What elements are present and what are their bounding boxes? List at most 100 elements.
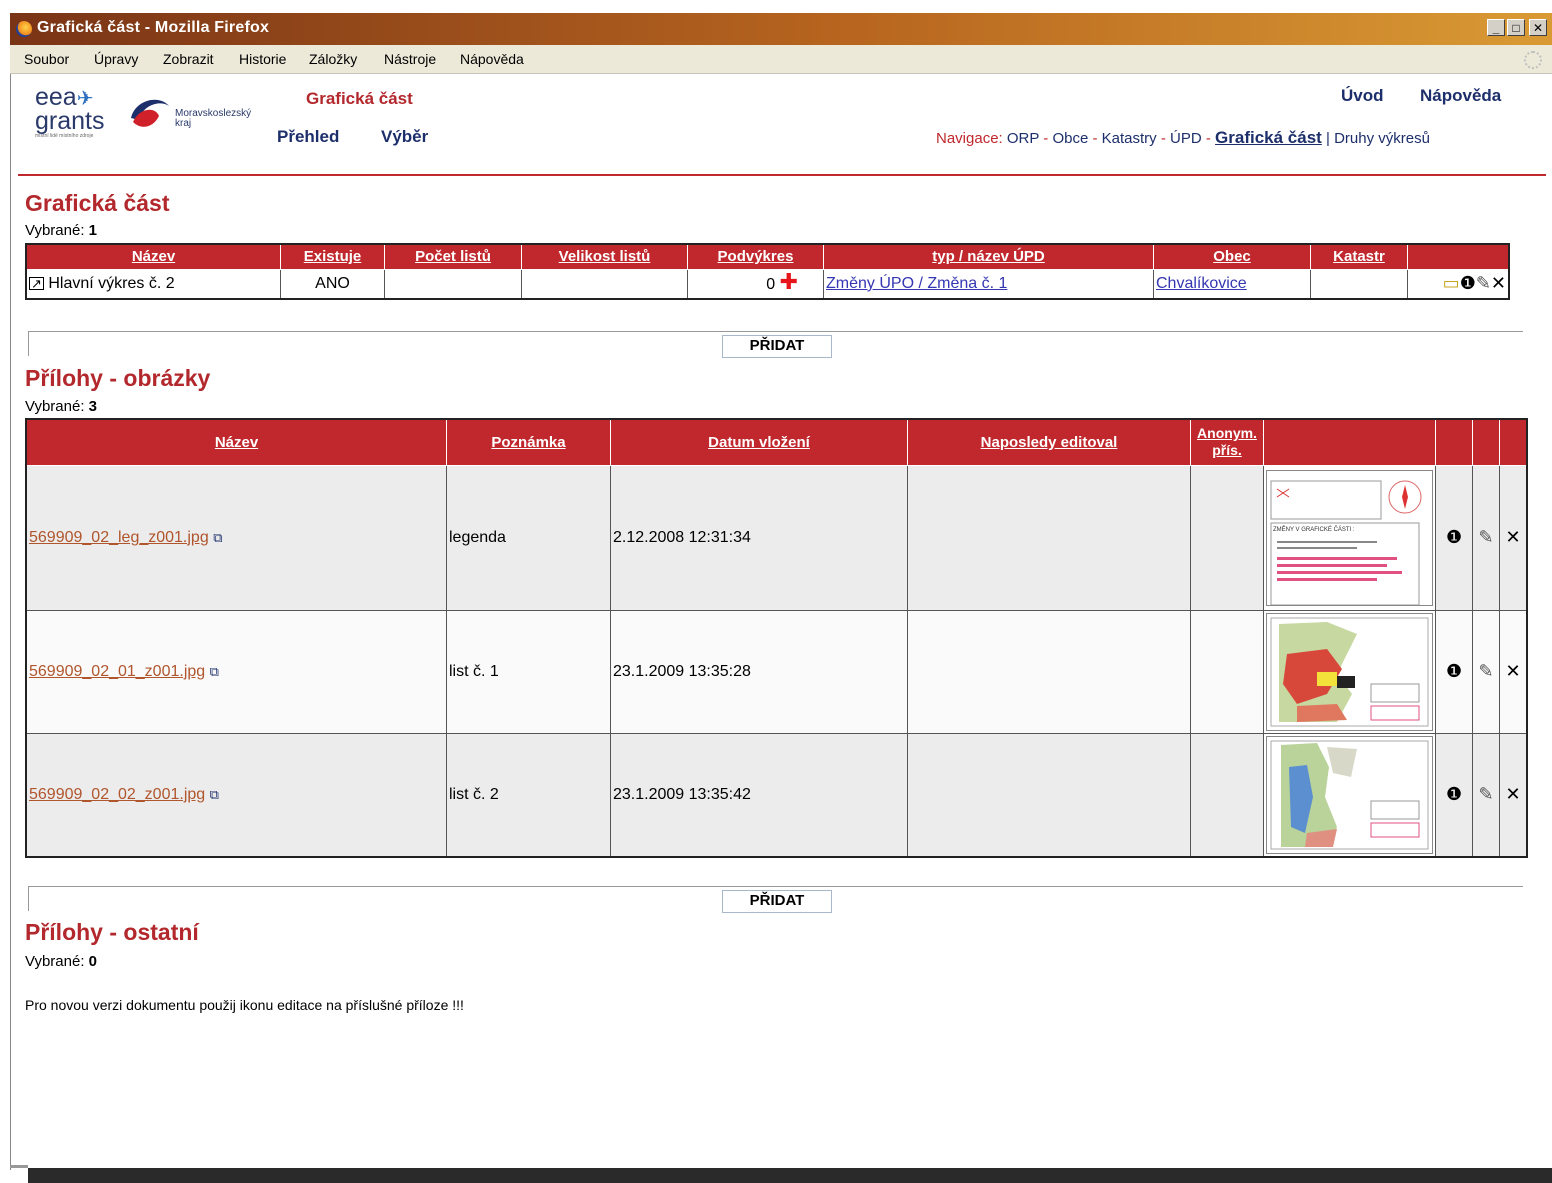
obec-link[interactable]: Chvalíkovice bbox=[1156, 275, 1247, 292]
thumbnail-image bbox=[1270, 480, 1422, 605]
cell-datum: 23.1.2009 13:35:28 bbox=[610, 609, 908, 734]
breadcrumb-druhy-vykresu[interactable]: Druhy výkresů bbox=[1334, 130, 1430, 147]
menu-upravy[interactable]: Úpravy bbox=[94, 51, 138, 67]
info-icon[interactable]: ❶ bbox=[1460, 273, 1476, 294]
cell-editoval bbox=[907, 464, 1191, 611]
cell-datum: 2.12.2008 12:31:34 bbox=[610, 464, 908, 611]
breadcrumb-upd[interactable]: ÚPD bbox=[1170, 130, 1202, 147]
delete-icon[interactable]: ✕ bbox=[1505, 527, 1520, 548]
close-button[interactable]: ✕ bbox=[1529, 19, 1547, 36]
thumbnail-legenda[interactable]: ZMĚNY V GRAFICKÉ ČÁSTI : bbox=[1266, 469, 1433, 606]
nav-napoveda[interactable]: Nápověda bbox=[1420, 86, 1501, 106]
breadcrumb-graficka-cast[interactable]: Grafická část bbox=[1215, 128, 1322, 147]
nav-uvod[interactable]: Úvod bbox=[1341, 86, 1384, 106]
pencil-icon[interactable]: ✎ bbox=[1478, 784, 1493, 805]
cell-info: ❶ bbox=[1435, 464, 1473, 611]
breadcrumb-obce[interactable]: Obce bbox=[1052, 130, 1088, 147]
cell-existuje: ANO bbox=[280, 268, 385, 300]
table-row: 569909_02_01_z001.jpg ⧉ list č. 1 23.1.2… bbox=[25, 609, 1528, 734]
cell-editoval bbox=[907, 732, 1191, 857]
cell-datum: 23.1.2009 13:35:42 bbox=[610, 732, 908, 857]
col-anonym-label: Anonym. bbox=[1197, 425, 1257, 442]
thumbnail-caption: ZMĚNY V GRAFICKÉ ČÁSTI : bbox=[1273, 526, 1355, 533]
nav-vyber[interactable]: Výběr bbox=[381, 127, 428, 147]
delete-icon[interactable]: ✕ bbox=[1505, 661, 1520, 682]
logo-text: grants bbox=[35, 107, 105, 135]
folder-icon[interactable]: ▭ bbox=[1443, 273, 1460, 294]
info-icon[interactable]: ❶ bbox=[1446, 661, 1462, 682]
menu-bar: Soubor Úpravy Zobrazit Historie Záložky … bbox=[10, 45, 1552, 74]
copy-icon[interactable]: ⧉ bbox=[210, 664, 219, 679]
minimize-button[interactable]: _ bbox=[1487, 19, 1505, 36]
col-velikost-listu[interactable]: Velikost listů bbox=[521, 243, 688, 270]
thumbnail-list-1[interactable] bbox=[1266, 612, 1433, 731]
selected-label: Vybrané: bbox=[25, 222, 85, 239]
maximize-button[interactable]: □ bbox=[1507, 19, 1525, 36]
divider bbox=[28, 886, 1523, 911]
nav-prehled[interactable]: Přehled bbox=[277, 127, 339, 147]
menu-zalozky[interactable]: Záložky bbox=[309, 51, 357, 67]
col-pocet-listu[interactable]: Počet listů bbox=[384, 243, 522, 270]
delete-icon[interactable]: ✕ bbox=[1491, 273, 1506, 294]
col-poznamka[interactable]: Poznámka bbox=[446, 418, 611, 466]
breadcrumb-separator: - bbox=[1201, 130, 1216, 147]
kraj-logo-text: Moravskoslezský kraj bbox=[175, 109, 251, 129]
logo-text: kraj bbox=[175, 118, 192, 129]
cell-edit: ✎ bbox=[1472, 609, 1500, 734]
copy-icon[interactable]: ⧉ bbox=[213, 530, 222, 545]
copy-icon[interactable]: ⧉ bbox=[210, 787, 219, 802]
throbber-icon bbox=[1524, 51, 1542, 69]
menu-historie[interactable]: Historie bbox=[239, 51, 286, 67]
col-anonym-pris[interactable]: Anonym. přís. bbox=[1190, 418, 1264, 466]
cell-poznamka: legenda bbox=[446, 464, 611, 611]
expand-icon[interactable]: ↗ bbox=[29, 276, 44, 290]
col-obec[interactable]: Obec bbox=[1153, 243, 1311, 270]
col-existuje[interactable]: Existuje bbox=[280, 243, 385, 270]
cell-edit: ✎ bbox=[1472, 732, 1500, 857]
info-icon[interactable]: ❶ bbox=[1446, 784, 1462, 805]
col-pris-label: přís. bbox=[1212, 442, 1242, 459]
menu-nastroje[interactable]: Nástroje bbox=[384, 51, 436, 67]
breadcrumb-orp[interactable]: ORP bbox=[1007, 130, 1039, 147]
window-title: Grafická část - Mozilla Firefox bbox=[37, 19, 270, 36]
thumbnail-list-2[interactable] bbox=[1266, 735, 1433, 854]
selected-label: Vybrané: bbox=[25, 953, 85, 970]
upd-link[interactable]: Změny ÚPO / Změna č. 1 bbox=[826, 275, 1007, 292]
menu-soubor[interactable]: Soubor bbox=[24, 51, 69, 67]
thumbnail-image bbox=[1270, 740, 1429, 849]
selected-value: 1 bbox=[88, 222, 97, 239]
selected-label: Vybrané: bbox=[25, 398, 85, 415]
cell-delete: ✕ bbox=[1499, 464, 1528, 611]
file-link[interactable]: 569909_02_leg_z001.jpg bbox=[29, 529, 209, 546]
col-datum-vlozeni[interactable]: Datum vložení bbox=[610, 418, 908, 466]
col-nazev[interactable]: Název bbox=[25, 243, 281, 270]
col-typ-nazev-upd[interactable]: typ / název ÚPD bbox=[823, 243, 1154, 270]
title-bar[interactable]: Grafická část - Mozilla Firefox _ □ ✕ bbox=[10, 13, 1552, 45]
cell-poznamka: list č. 2 bbox=[446, 732, 611, 857]
col-delete bbox=[1499, 418, 1528, 466]
add-plus-icon[interactable]: ✚ bbox=[780, 269, 798, 294]
pencil-icon[interactable]: ✎ bbox=[1478, 527, 1493, 548]
file-link[interactable]: 569909_02_01_z001.jpg bbox=[29, 663, 205, 680]
col-katastr[interactable]: Katastr bbox=[1310, 243, 1408, 270]
pencil-icon[interactable]: ✎ bbox=[1476, 273, 1491, 294]
col-nazev[interactable]: Název bbox=[25, 418, 447, 466]
pencil-icon[interactable]: ✎ bbox=[1478, 661, 1493, 682]
menu-napoveda[interactable]: Nápověda bbox=[460, 51, 524, 67]
breadcrumb-separator: - bbox=[1156, 130, 1171, 147]
delete-icon[interactable]: ✕ bbox=[1505, 784, 1520, 805]
add-button-obrazky[interactable]: PŘIDAT bbox=[722, 890, 832, 913]
file-link[interactable]: 569909_02_02_z001.jpg bbox=[29, 786, 205, 803]
col-podvykres[interactable]: Podvýkres bbox=[687, 243, 824, 270]
add-button-graficka[interactable]: PŘIDAT bbox=[722, 335, 832, 358]
selected-value: 3 bbox=[88, 398, 97, 415]
col-edit bbox=[1472, 418, 1500, 466]
cell-nazev: 569909_02_leg_z001.jpg ⧉ bbox=[25, 464, 447, 611]
col-naposledy-editoval[interactable]: Naposledy editoval bbox=[907, 418, 1191, 466]
cell-edit: ✎ bbox=[1472, 464, 1500, 611]
info-icon[interactable]: ❶ bbox=[1446, 527, 1462, 548]
menu-zobrazit[interactable]: Zobrazit bbox=[163, 51, 214, 67]
breadcrumb-katastry[interactable]: Katastry bbox=[1102, 130, 1157, 147]
cell-velikost bbox=[521, 268, 688, 300]
section-title-ostatni: Přílohy - ostatní bbox=[25, 919, 199, 945]
